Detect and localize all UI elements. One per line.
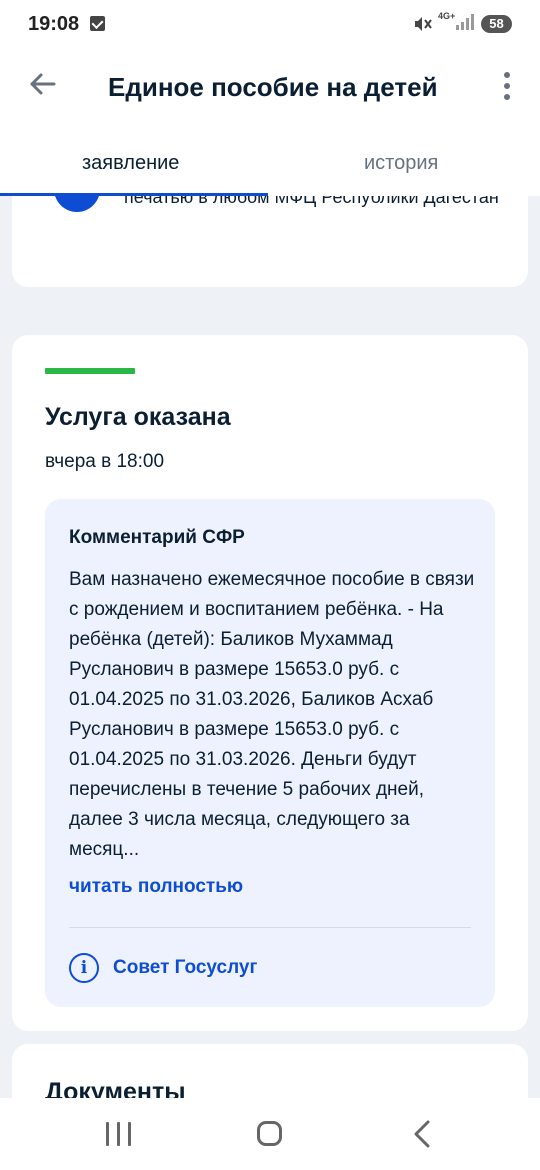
comment-title: Комментарий СФР — [69, 527, 245, 548]
chevron-left-icon[interactable] — [410, 1120, 434, 1148]
info-icon: i — [69, 953, 99, 983]
content-scroll[interactable]: Вы можете получить бумажный документ с п… — [0, 196, 540, 1098]
status-title: Услуга оказана — [45, 403, 231, 431]
comment-box: Комментарий СФР Вам назначено ежемесячно… — [45, 499, 495, 1007]
status-card: Услуга оказана вчера в 18:00 Комментарий… — [12, 335, 528, 1031]
mfc-text: Вы можете получить бумажный документ с п… — [124, 196, 499, 207]
signal-icon — [456, 14, 474, 30]
app-bar: Единое пособие на детей — [0, 52, 540, 122]
page-title: Единое пособие на детей — [108, 72, 438, 102]
status-time: 19:08 — [28, 13, 80, 35]
documents-title: Документы — [45, 1078, 186, 1098]
read-more-link[interactable]: читать полностью — [69, 876, 243, 898]
system-nav-bar — [0, 1098, 540, 1170]
mute-icon — [415, 17, 432, 31]
status-indicator — [45, 368, 135, 374]
comment-text: Вам назначено ежемесячное пособие в связ… — [69, 569, 475, 860]
tab-application[interactable]: заявление — [82, 152, 179, 175]
status-timestamp: вчера в 18:00 — [45, 451, 165, 472]
arrow-left-icon[interactable] — [22, 64, 62, 104]
home-icon[interactable] — [257, 1121, 282, 1146]
tab-history[interactable]: история — [364, 152, 438, 175]
mfc-card: Вы можете получить бумажный документ с п… — [12, 196, 528, 287]
check-icon — [90, 16, 105, 31]
mfc-icon — [54, 196, 100, 212]
network-type: 4G+ — [438, 11, 456, 21]
divider — [69, 927, 471, 928]
more-vertical-icon[interactable] — [494, 68, 520, 104]
advice-label: Совет Госуслуг — [113, 957, 258, 978]
recents-icon[interactable] — [106, 1122, 132, 1146]
tab-bar: заявление история — [0, 122, 540, 196]
documents-card: Документы — [12, 1044, 528, 1098]
battery-icon: 58 — [481, 15, 512, 33]
status-bar: 19:08 4G+ 58 — [0, 0, 540, 52]
